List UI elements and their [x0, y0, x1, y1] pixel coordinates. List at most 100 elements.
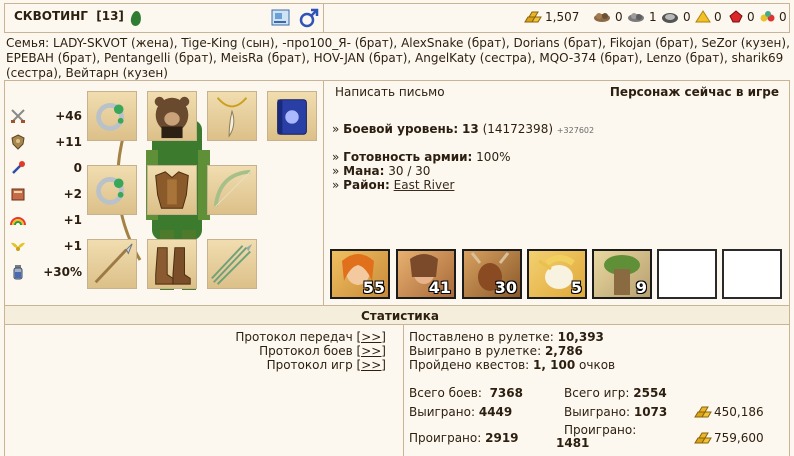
arrows-icon — [211, 243, 253, 285]
wood-amount: 0 — [615, 10, 623, 24]
quests-label: Пройдено квестов: — [409, 358, 530, 372]
ring-icon — [96, 103, 124, 131]
mana-line: » Мана: 30 / 30 — [332, 164, 430, 178]
battles-won-label: Выиграно: — [409, 405, 476, 419]
boots-icon — [155, 247, 191, 285]
slot-helmet[interactable] — [147, 91, 197, 141]
stat-defense: +11 — [10, 133, 82, 153]
roulette-bet-label: Поставлено в рулетке: — [409, 330, 554, 344]
bullet: » — [332, 178, 340, 192]
sulfur-icon — [695, 10, 711, 23]
stat-value: +11 — [55, 135, 82, 149]
crystal-amount: 0 — [747, 10, 755, 24]
spellbook-icon — [11, 188, 25, 201]
mana-value: 30 / 30 — [388, 164, 431, 178]
games-total: Всего игр: 2554 — [564, 386, 667, 400]
battles-won: Выиграно: 4449 — [409, 405, 512, 419]
district-link[interactable]: East River — [394, 178, 455, 192]
slot-weapon[interactable] — [87, 239, 137, 289]
battles-lost-value: 2919 — [485, 431, 519, 445]
district-label: Район: — [343, 178, 390, 192]
combat-level-label: Боевой уровень: — [343, 122, 459, 136]
stat-value: +30% — [43, 265, 82, 279]
quests-suffix: очков — [579, 358, 616, 372]
slot-ring-1[interactable] — [87, 91, 137, 141]
family-list: Семья: LADY-SKVOT (жена), Tige-King (сын… — [6, 36, 790, 80]
protocol-label: Протокол игр — [266, 358, 353, 372]
games-total-value: 2554 — [633, 386, 667, 400]
magic-book-icon — [277, 99, 307, 135]
mercury-amount: 0 — [683, 10, 691, 24]
mana-label: Мана: — [343, 164, 385, 178]
stat-luck: +1 — [10, 211, 82, 231]
army-slot-4[interactable]: 5 — [527, 249, 587, 299]
battles-total: Всего боев: 7368 — [409, 386, 523, 400]
slot-boots[interactable] — [147, 239, 197, 289]
combat-level-value: 13 — [462, 122, 479, 136]
fang-amulet-icon — [216, 97, 248, 138]
army-count: 9 — [635, 278, 647, 297]
potion-icon — [13, 265, 23, 280]
leather-armor-icon — [155, 171, 189, 209]
ring-icon — [96, 177, 124, 205]
district-line: » Район: East River — [332, 178, 454, 192]
games-total-label: Всего игр: — [564, 386, 630, 400]
gems-amount: 0 — [779, 10, 787, 24]
wood-icon — [594, 13, 610, 22]
army-slot-5[interactable]: 9 — [592, 249, 652, 299]
gems-icon — [760, 11, 775, 22]
crystal-icon — [729, 10, 743, 23]
army-slot-7-empty[interactable] — [722, 249, 782, 299]
army-count: 30 — [494, 278, 517, 297]
army-slot-2[interactable]: 41 — [396, 249, 456, 299]
gold-bars-icon — [694, 406, 712, 418]
slot-ring-2[interactable] — [87, 165, 137, 215]
army-slot-3[interactable]: 30 — [462, 249, 522, 299]
character-level: [13] — [96, 9, 124, 23]
write-letter-link[interactable]: Написать письмо — [335, 85, 445, 99]
protocol-battles: Протокол боев [>>] — [259, 344, 386, 358]
protocol-link[interactable]: [>>] — [357, 330, 386, 344]
combat-level-line: » Боевой уровень: 13 (14172398) +327602 — [332, 122, 594, 136]
stat-value: +46 — [55, 109, 82, 123]
experience-value: (14172398) — [482, 122, 554, 136]
ore-icon — [628, 13, 644, 22]
quests-completed: Пройдено квестов: 1, 100 очков — [409, 358, 615, 372]
battles-total-label: Всего боев: — [409, 386, 482, 400]
protocol-link[interactable]: [>>] — [357, 358, 386, 372]
slot-arrows[interactable] — [207, 239, 257, 289]
stat-magic-power: 0 — [10, 159, 82, 179]
army-slot-6-empty[interactable] — [657, 249, 717, 299]
info-card-icon[interactable] — [271, 8, 291, 28]
spear-icon — [94, 243, 133, 284]
roulette-bet: Поставлено в рулетке: 10,393 — [409, 330, 604, 344]
stat-initiative: +30% — [10, 263, 82, 283]
battles-won-value: 4449 — [478, 405, 513, 419]
roulette-won-value: 2,786 — [544, 344, 583, 358]
swords-icon — [11, 109, 25, 123]
gold-amount: 1,507 — [545, 10, 580, 24]
protocol-label: Протокол боев — [259, 344, 353, 358]
games-won-value: 1073 — [633, 405, 668, 419]
stat-value: +1 — [63, 213, 82, 227]
protocol-games: Протокол игр [>>] — [267, 358, 386, 372]
character-name: СКВОТИНГ [13] — [14, 9, 124, 23]
wings-icon — [11, 242, 25, 251]
games-lost-value: 1481 — [556, 436, 590, 450]
slot-book[interactable] — [267, 91, 317, 141]
stat-knowledge: +2 — [10, 185, 82, 205]
protocol-link[interactable]: [>>] — [357, 344, 386, 358]
rainbow-icon — [10, 217, 26, 226]
stat-value: +1 — [63, 239, 82, 253]
slot-armor[interactable] — [147, 165, 197, 215]
sulfur-amount: 0 — [714, 10, 722, 24]
army-count: 5 — [570, 278, 582, 297]
army-slot-1[interactable]: 55 — [330, 249, 390, 299]
slot-bow[interactable] — [207, 165, 257, 215]
battles-total-value: 7368 — [489, 386, 523, 400]
stat-value: +2 — [63, 187, 82, 201]
slot-amulet[interactable] — [207, 91, 257, 141]
games-lost: Проиграно: 1481 — [556, 424, 646, 450]
gold-won-value: 450,186 — [714, 405, 764, 419]
army-ready-label: Готовность армии: — [343, 150, 473, 164]
